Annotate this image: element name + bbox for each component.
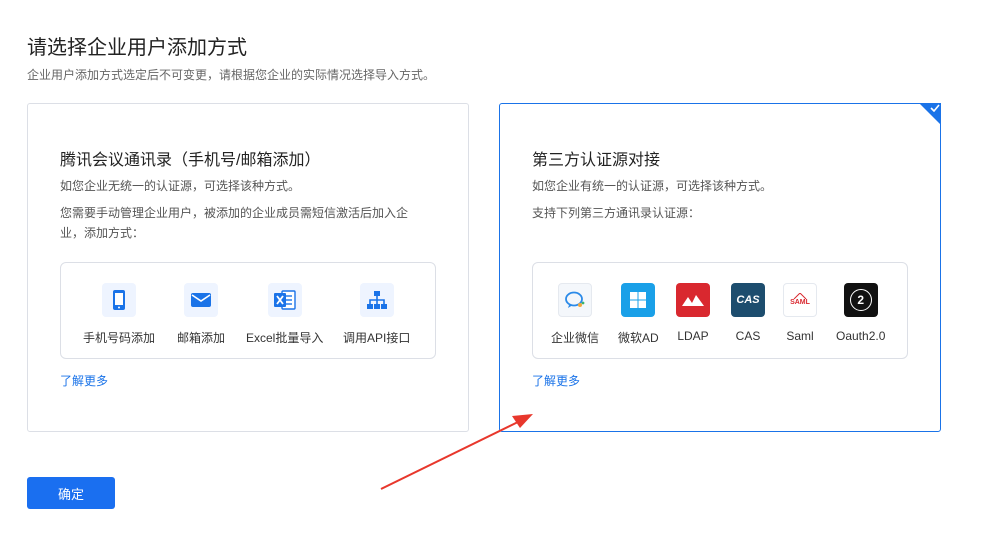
card-description-detail: 支持下列第三方通讯录认证源：	[532, 206, 701, 220]
auth-source-options: 企业微信 微软AD LDAP CAS CAS SAML Saml 2 Oauth…	[532, 262, 908, 359]
learn-more-link[interactable]: 了解更多	[60, 372, 108, 389]
learn-more-link[interactable]: 了解更多	[532, 372, 580, 389]
page-subtitle: 企业用户添加方式选定后不可变更，请根据您企业的实际情况选择导入方式。	[27, 68, 436, 82]
option-label: 手机号码添加	[83, 331, 156, 345]
option-phone: 手机号码添加	[83, 283, 155, 346]
option-api: 调用API接口	[343, 283, 410, 346]
option-label: CAS	[735, 329, 761, 343]
oauth-icon: 2	[843, 283, 878, 317]
option-wecom: 企业微信	[551, 283, 599, 346]
add-method-options: 手机号码添加 邮箱添加 Excel批量导入 调用API接口	[60, 262, 436, 359]
option-label: Saml	[786, 329, 814, 343]
third-party-auth-card[interactable]: 第三方认证源对接 如您企业有统一的认证源，可选择该种方式。 支持下列第三方通讯录…	[499, 103, 941, 432]
phone-icon	[102, 283, 136, 317]
card-description: 如您企业有统一的认证源，可选择该种方式。	[532, 179, 773, 193]
option-label: 企业微信	[551, 331, 600, 345]
saml-icon: SAML	[783, 283, 817, 317]
confirm-button[interactable]: 确定	[27, 477, 115, 509]
option-oauth: 2 Oauth2.0	[836, 283, 885, 343]
card-title: 第三方认证源对接	[532, 152, 661, 169]
option-label: 调用API接口	[343, 331, 411, 345]
option-email: 邮箱添加	[177, 283, 225, 346]
windows-icon	[621, 283, 656, 317]
card-description: 如您企业无统一的认证源，可选择该种方式。	[60, 179, 301, 193]
cas-logo-text: CAS	[736, 294, 760, 306]
tencent-directory-card[interactable]: 腾讯会议通讯录（手机号/邮箱添加） 如您企业无统一的认证源，可选择该种方式。 您…	[27, 103, 469, 432]
option-saml: SAML Saml	[783, 283, 817, 343]
oauth-logo-text: 2	[849, 289, 872, 311]
card-description-detail: 您需要手动管理企业用户，被添加的企业成员需短信激活后加入企业，添加方式：	[60, 206, 409, 240]
saml-logo-text: SAML	[790, 299, 810, 306]
option-microsoft-ad: 微软AD	[618, 283, 659, 346]
option-excel: Excel批量导入	[246, 283, 323, 346]
card-title: 腾讯会议通讯录（手机号/邮箱添加）	[60, 152, 321, 169]
selected-check-icon	[919, 103, 941, 125]
cas-icon: CAS	[731, 283, 765, 317]
option-cas: CAS CAS	[731, 283, 765, 343]
option-label: Oauth2.0	[836, 329, 886, 343]
option-label: Excel批量导入	[246, 331, 324, 345]
option-ldap: LDAP	[676, 283, 710, 343]
api-icon	[359, 283, 394, 317]
wecom-icon	[558, 283, 592, 317]
page-title: 请选择企业用户添加方式	[27, 37, 247, 59]
option-label: LDAP	[677, 329, 709, 343]
mail-icon	[184, 283, 218, 317]
option-label: 邮箱添加	[177, 331, 226, 345]
option-label: 微软AD	[618, 331, 659, 345]
ldap-icon	[676, 283, 710, 317]
excel-icon	[267, 283, 302, 317]
